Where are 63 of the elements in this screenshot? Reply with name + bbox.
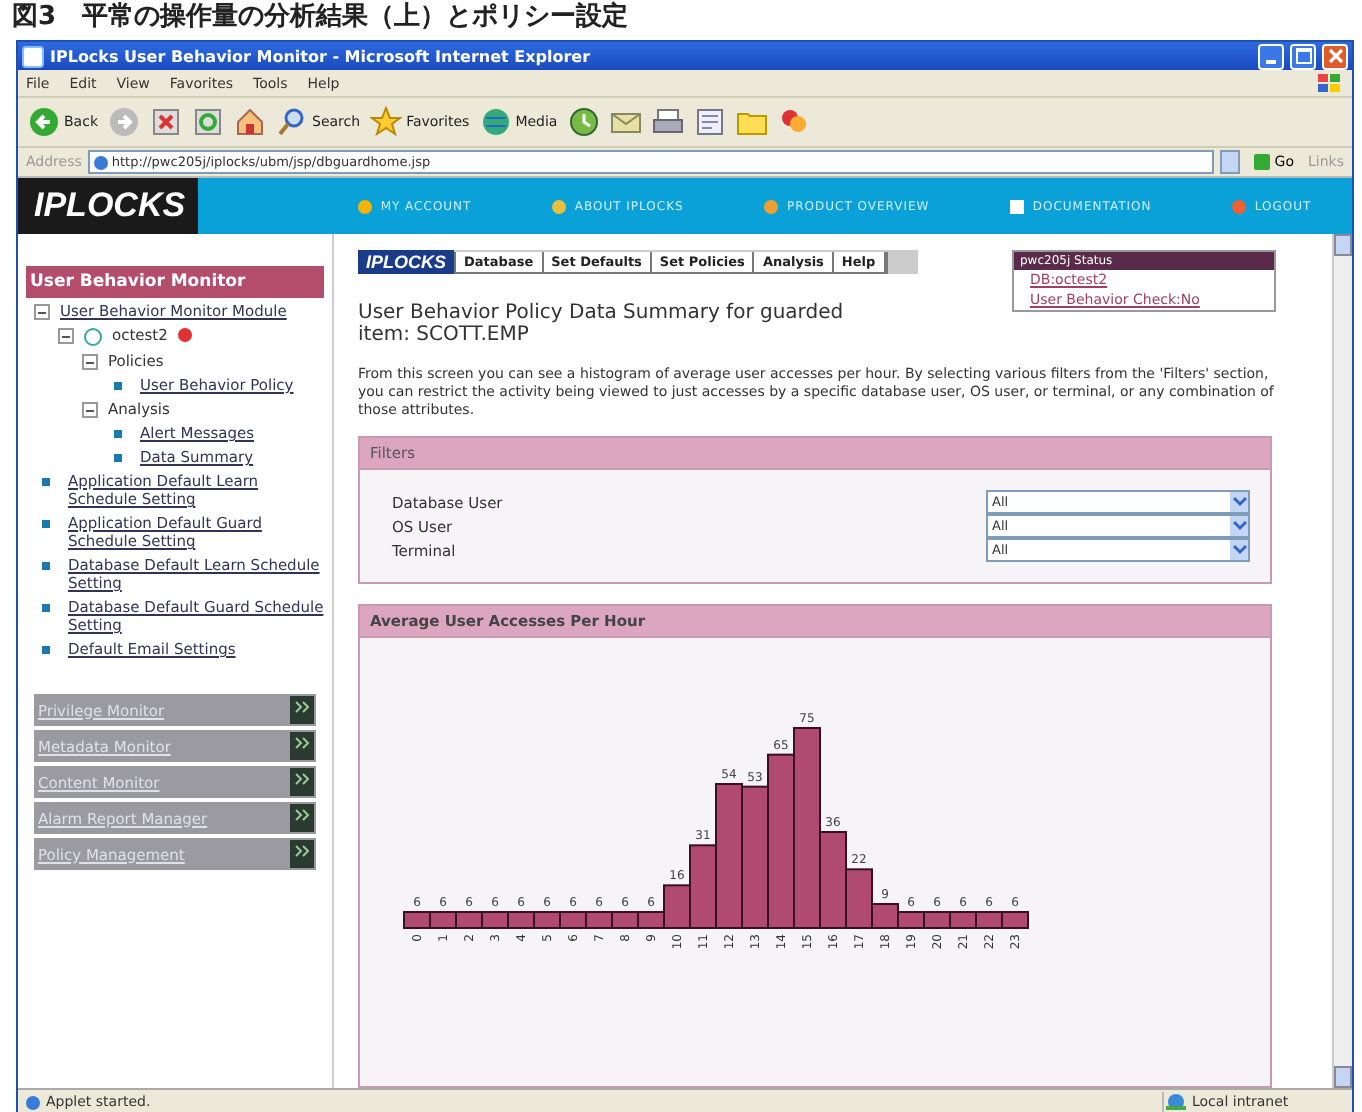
dropdown-arrow-icon[interactable]: [1230, 492, 1248, 512]
search-icon: [276, 106, 308, 138]
dropdown-arrow-icon[interactable]: [1230, 540, 1248, 560]
bullet-icon: [42, 520, 50, 528]
double-chevron-icon: [294, 736, 310, 750]
bullet-icon: [114, 430, 122, 438]
site-logo: IPLOCKS: [34, 184, 188, 228]
histogram-bar: [585, 911, 613, 929]
close-button[interactable]: [1322, 43, 1348, 69]
double-chevron-icon: [294, 808, 310, 822]
maximize-button[interactable]: [1290, 43, 1316, 69]
double-chevron-icon: [294, 700, 310, 714]
sidebar-title: User Behavior Monitor: [26, 266, 324, 298]
collapse-icon[interactable]: [82, 354, 98, 370]
page-icon: [93, 155, 108, 169]
home-button[interactable]: [232, 104, 268, 140]
dropdown-arrow-icon[interactable]: [1230, 516, 1248, 536]
refresh-button[interactable]: [190, 104, 226, 140]
bullet-icon: [42, 562, 50, 570]
expand-button[interactable]: [290, 840, 314, 868]
windows-logo-icon: [1316, 71, 1344, 95]
expand-button[interactable]: [290, 768, 314, 796]
histogram-bar: [507, 911, 535, 929]
histogram-bar: [455, 911, 483, 929]
stop-button[interactable]: [148, 104, 184, 140]
collapse-icon[interactable]: [34, 304, 50, 320]
histogram-bar: [559, 911, 587, 929]
page-icon: [26, 1095, 40, 1109]
histogram-bar: [1001, 911, 1029, 929]
bullet-icon: [42, 646, 50, 654]
histogram-bar: [429, 911, 457, 929]
histogram-bar: [533, 911, 561, 929]
window-title: IPLocks User Behavior Monitor - Microsoft Internet Explorer: [50, 47, 593, 65]
expand-button[interactable]: [290, 804, 314, 832]
histogram-bar: [611, 911, 639, 929]
histogram-bar: [949, 911, 977, 929]
collapse-icon[interactable]: [82, 402, 98, 418]
histogram-bar: [975, 911, 1003, 929]
site-logo: IPLOCKS: [358, 250, 455, 274]
expand-button[interactable]: [290, 732, 314, 760]
remove-icon[interactable]: [177, 328, 192, 342]
collapse-icon[interactable]: [58, 328, 74, 344]
bullet-icon: [42, 604, 50, 612]
database-icon: [84, 328, 102, 346]
expand-button[interactable]: [290, 696, 314, 724]
back-icon: [28, 106, 60, 138]
histogram-bar: [741, 785, 769, 929]
edit-button[interactable]: [691, 104, 728, 140]
page-heading: User Behavior Policy Data Summary for guarded item: SCOTT.EMP: [358, 302, 846, 346]
histogram-bar: [481, 911, 509, 929]
browser-icon: [22, 45, 44, 67]
double-chevron-icon: [294, 772, 310, 786]
bullet-icon: [114, 382, 122, 390]
media-icon: [479, 106, 512, 138]
minimize-button[interactable]: [1258, 43, 1284, 69]
scrollbar[interactable]: [1332, 234, 1352, 1088]
history-button[interactable]: [565, 104, 602, 140]
figure-caption: 図3 平常の操作量の分析結果（上）とポリシー設定: [10, 0, 631, 36]
favorites-icon: [370, 106, 403, 138]
bullet-icon: [42, 478, 50, 486]
bullet-icon: [114, 454, 122, 462]
histogram-bar: [923, 911, 951, 929]
double-chevron-icon: [294, 844, 310, 858]
